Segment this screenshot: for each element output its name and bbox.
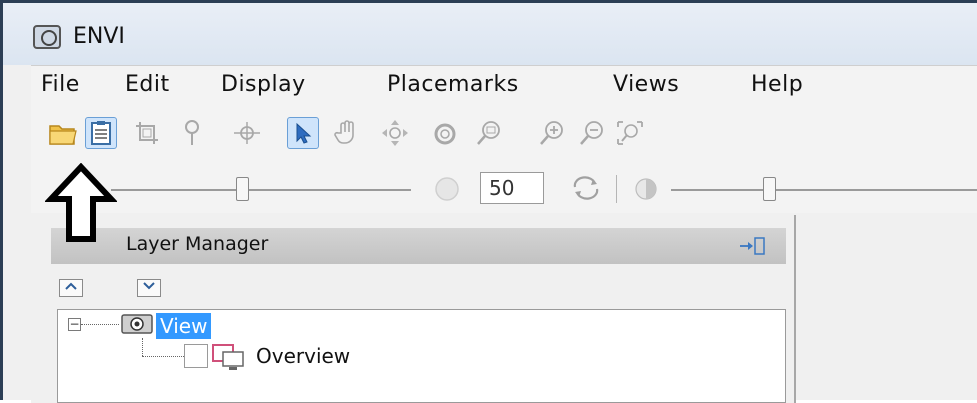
- layer-manager-header: Layer Manager: [51, 228, 786, 264]
- collapse-toggle[interactable]: −: [68, 318, 81, 331]
- transparency-slider-thumb[interactable]: [763, 177, 776, 201]
- brightness-slider-track[interactable]: [111, 189, 411, 191]
- menu-placemarks[interactable]: Placemarks: [387, 72, 519, 97]
- select-pointer-icon[interactable]: [287, 117, 319, 149]
- open-folder-icon[interactable]: [47, 117, 79, 149]
- zoom-icon[interactable]: [473, 117, 505, 149]
- crosshair-icon[interactable]: [231, 117, 263, 149]
- crop-icon[interactable]: [131, 117, 163, 149]
- zoom-out-icon[interactable]: [576, 117, 608, 149]
- menu-display[interactable]: Display: [221, 72, 306, 97]
- envi-app-icon: [33, 25, 61, 49]
- menu-help[interactable]: Help: [751, 72, 803, 97]
- view-icon: [121, 314, 153, 334]
- data-manager-icon[interactable]: [85, 117, 117, 149]
- display-controls: 50: [31, 163, 977, 213]
- dock-panel-icon[interactable]: [738, 236, 766, 256]
- tree-item-view[interactable]: View: [156, 313, 212, 339]
- zoom-in-icon[interactable]: [536, 117, 568, 149]
- rotate-icon[interactable]: [429, 117, 461, 149]
- contrast-icon: [435, 177, 459, 201]
- overview-icon: [212, 344, 244, 370]
- menu-edit[interactable]: Edit: [125, 72, 170, 97]
- tree-connector-child: [142, 356, 184, 357]
- layer-manager-title: Layer Manager: [126, 233, 269, 255]
- layer-tree: − View Overview: [57, 309, 786, 403]
- fly-icon[interactable]: [379, 117, 411, 149]
- envi-window: ENVI File Edit Display Placemarks Views …: [0, 0, 977, 403]
- title-bar: ENVI: [3, 3, 977, 65]
- pin-icon[interactable]: [176, 117, 208, 149]
- tree-connector: [81, 324, 119, 325]
- toolbar: [31, 105, 977, 163]
- menu-file[interactable]: File: [41, 72, 80, 97]
- move-down-button[interactable]: [137, 279, 161, 297]
- zoom-fit-icon[interactable]: [614, 117, 646, 149]
- menu-views[interactable]: Views: [613, 72, 679, 97]
- tree-connector-vertical: [142, 338, 143, 356]
- transparency-slider-track[interactable]: [671, 189, 977, 191]
- menu-bar: File Edit Display Placemarks Views Help: [31, 65, 977, 106]
- zoom-value-field[interactable]: 50: [480, 172, 544, 204]
- overview-checkbox[interactable]: [184, 344, 208, 368]
- brightness-slider-thumb[interactable]: [236, 177, 249, 201]
- window-title: ENVI: [73, 24, 125, 49]
- layer-manager-panel: Layer Manager − View Overview: [31, 215, 796, 403]
- tree-item-overview[interactable]: Overview: [256, 344, 350, 368]
- transparency-icon: [635, 178, 657, 200]
- up-arrow-annotation-icon: [45, 163, 117, 242]
- move-up-button[interactable]: [59, 279, 83, 297]
- pan-hand-icon[interactable]: [331, 117, 363, 149]
- refresh-icon[interactable]: [569, 175, 603, 201]
- toolbar-separator: [616, 175, 617, 203]
